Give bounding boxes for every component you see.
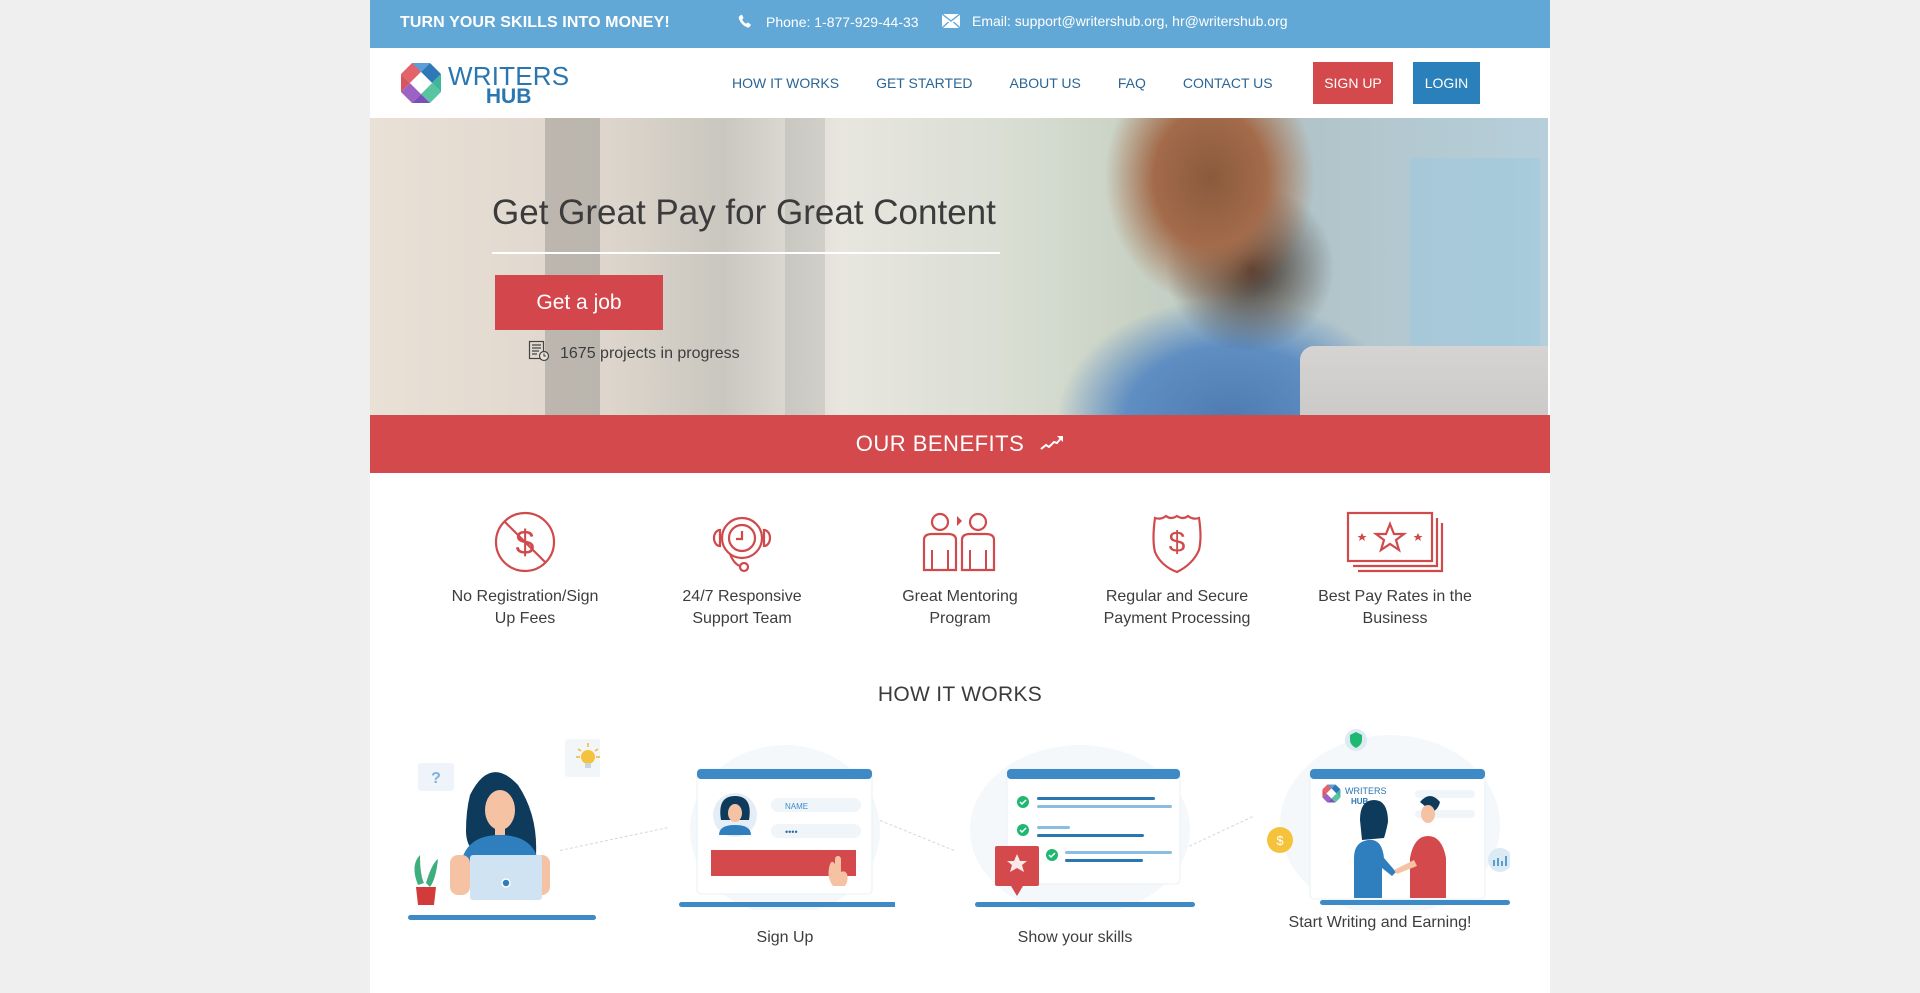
nav-contact-us[interactable]: CONTACT US xyxy=(1183,75,1273,91)
hero-background-window xyxy=(1410,158,1540,358)
tagline: TURN YOUR SKILLS INTO MONEY! xyxy=(400,14,670,31)
phone-icon xyxy=(736,13,754,31)
trending-up-icon xyxy=(1040,431,1064,457)
top-bar: TURN YOUR SKILLS INTO MONEY! Phone: 1-87… xyxy=(370,0,1550,48)
nav-about-us[interactable]: ABOUT US xyxy=(1010,75,1081,91)
email-addresses[interactable]: Email: support@writershub.org, hr@writer… xyxy=(972,13,1288,29)
hero-divider xyxy=(492,252,1000,254)
how-it-works-title: HOW IT WORKS xyxy=(877,683,1043,706)
projects-counter: 1675 projects in progress xyxy=(528,340,740,367)
hero-banner: Get Great Pay for Great Content Get a jo… xyxy=(370,118,1548,415)
step-caption: Start Writing and Earning! xyxy=(1288,914,1472,931)
benefit-item: Best Pay Rates in the Business xyxy=(1295,508,1495,630)
phone-number[interactable]: Phone: 1-877-929-44-33 xyxy=(766,14,919,30)
nav-faq[interactable]: FAQ xyxy=(1118,75,1146,91)
svg-text:NAME: NAME xyxy=(785,802,808,811)
woman-at-laptop-illustration: ? xyxy=(408,739,615,920)
signup-form-illustration: NAME •••• xyxy=(679,745,899,915)
phone-contact: Phone: 1-877-929-44-33 xyxy=(736,13,919,31)
main-nav: HOW IT WORKS GET STARTED ABOUT US FAQ CO… xyxy=(732,75,1310,91)
skills-checklist-illustration xyxy=(970,745,1195,915)
benefits-title: OUR BENEFITS xyxy=(855,431,1025,456)
svg-text:?: ? xyxy=(431,770,441,787)
login-button[interactable]: LOGIN xyxy=(1413,62,1480,104)
support-headset-clock-icon xyxy=(642,508,842,576)
get-a-job-button[interactable]: Get a job xyxy=(495,275,663,330)
hero-title: Get Great Pay for Great Content xyxy=(492,193,996,232)
logo-line1: WRITERS xyxy=(448,60,570,91)
hero-background-pillar xyxy=(545,118,600,415)
benefit-item: $ Regular and Secure Payment Processing xyxy=(1077,508,1277,630)
svg-text:$: $ xyxy=(1276,833,1284,848)
nav-how-it-works[interactable]: HOW IT WORKS xyxy=(732,75,839,91)
hero-laptop-image xyxy=(1300,346,1548,415)
benefit-item: 24/7 Responsive Support Team xyxy=(642,508,842,630)
banknotes-star-icon xyxy=(1295,508,1495,576)
svg-text:$: $ xyxy=(516,524,535,562)
benefit-item: $ No Registration/Sign Up Fees xyxy=(425,508,625,630)
benefit-label: No Registration/Sign Up Fees xyxy=(451,588,599,627)
envelope-icon xyxy=(942,14,960,28)
site-header: WRITERS HUB HOW IT WORKS GET STARTED ABO… xyxy=(370,48,1550,118)
document-clock-icon xyxy=(528,340,550,367)
sign-up-button[interactable]: SIGN UP xyxy=(1313,62,1393,104)
mentoring-people-icon xyxy=(860,508,1060,576)
benefits-header: OUR BENEFITS xyxy=(370,415,1550,473)
handshake-illustration: WRITERS HUB $ xyxy=(1267,729,1512,915)
projects-text: 1675 projects in progress xyxy=(560,344,740,362)
step-caption: Sign Up xyxy=(756,929,814,946)
nav-get-started[interactable]: GET STARTED xyxy=(876,75,972,91)
step-4: WRITERS HUB $ Start Writing and Earning! xyxy=(1250,720,1512,932)
benefit-label: Best Pay Rates in the Business xyxy=(1318,588,1472,627)
benefit-label: 24/7 Responsive Support Team xyxy=(682,588,802,627)
svg-text:WRITERS: WRITERS xyxy=(1345,786,1387,796)
email-contact: Email: support@writershub.org, hr@writer… xyxy=(942,13,1288,29)
svg-text:••••: •••• xyxy=(785,827,798,837)
svg-text:$: $ xyxy=(1169,526,1186,559)
shield-dollar-icon: $ xyxy=(1077,508,1277,576)
logo-text: WRITERS HUB xyxy=(448,60,570,107)
benefit-label: Regular and Secure Payment Processing xyxy=(1103,588,1251,627)
logo[interactable]: WRITERS HUB xyxy=(400,62,569,109)
page: TURN YOUR SKILLS INTO MONEY! Phone: 1-87… xyxy=(370,0,1550,993)
step-3: Show your skills xyxy=(955,740,1195,947)
no-dollar-icon: $ xyxy=(425,508,625,576)
benefit-label: Great Mentoring Program xyxy=(902,588,1018,627)
step-2: NAME •••• Sign Up xyxy=(675,740,899,947)
step-caption: Show your skills xyxy=(1017,929,1133,946)
benefit-item: Great Mentoring Program xyxy=(860,508,1060,630)
step-1: ? xyxy=(400,735,615,925)
octagon-logo-icon xyxy=(400,62,442,109)
hero-background-pillar xyxy=(785,118,825,415)
